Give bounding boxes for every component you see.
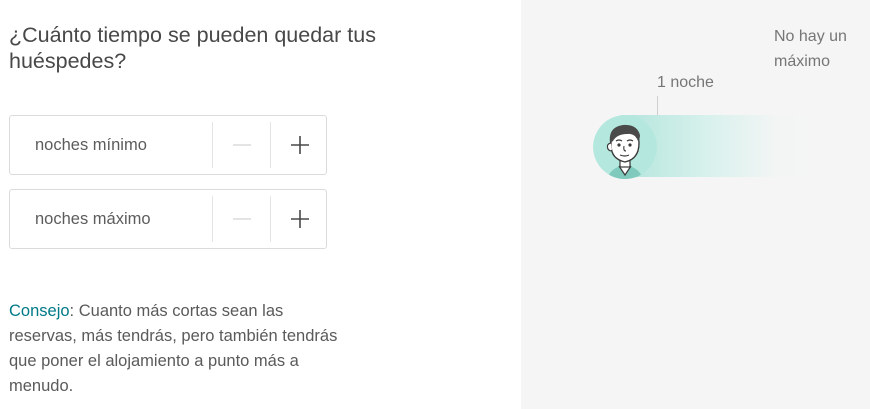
tip-label: Consejo [9, 302, 70, 320]
tip-paragraph: Consejo: Cuanto más cortas sean las rese… [9, 299, 354, 399]
plus-icon [291, 136, 309, 154]
max-nights-input[interactable] [10, 190, 212, 248]
page-title: ¿Cuánto tiempo se pueden quedar tus hués… [9, 23, 376, 73]
max-nights-increment-button[interactable] [270, 196, 328, 242]
left-panel: ¿Cuánto tiempo se pueden quedar tus hués… [0, 0, 521, 409]
minus-icon [233, 144, 251, 146]
min-marker-line [657, 96, 658, 115]
plus-icon [291, 210, 309, 228]
guest-avatar [593, 115, 657, 179]
minus-icon [233, 218, 251, 220]
stay-length-illustration: 1 noche No hay un máximo [521, 0, 870, 409]
min-nights-decrement-button[interactable] [212, 122, 270, 168]
min-nights-input[interactable] [10, 116, 212, 174]
min-stay-label: 1 noche [657, 74, 714, 91]
max-nights-stepper [9, 189, 327, 249]
max-stay-label: No hay un máximo [774, 28, 847, 70]
min-nights-stepper [9, 115, 327, 175]
max-nights-decrement-button[interactable] [212, 196, 270, 242]
guest-face-icon [593, 115, 657, 179]
min-nights-increment-button[interactable] [270, 122, 328, 168]
